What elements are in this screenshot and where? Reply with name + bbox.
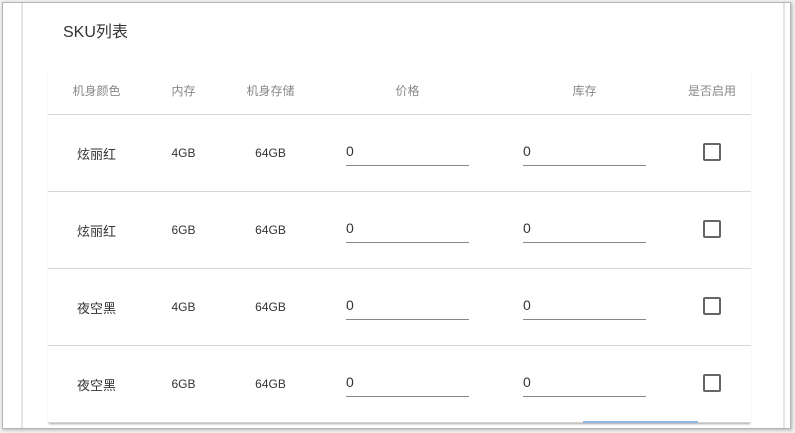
table-row: 夜空黑 6GB 64GB 0 0 [48, 345, 751, 423]
button-edge[interactable] [583, 421, 698, 423]
price-input[interactable]: 0 [346, 139, 469, 166]
header-memory: 内存 [145, 66, 222, 115]
cell-color: 炫丽红 [48, 191, 145, 269]
header-enabled: 是否启用 [673, 66, 751, 115]
table-row: 夜空黑 4GB 64GB 0 0 [48, 268, 751, 346]
cell-color: 夜空黑 [48, 268, 145, 346]
enabled-checkbox[interactable] [703, 219, 721, 238]
price-input[interactable]: 0 [346, 216, 469, 243]
cell-color: 夜空黑 [48, 345, 145, 423]
table-row: 炫丽红 4GB 64GB 0 0 [48, 114, 751, 192]
enabled-checkbox[interactable] [703, 373, 721, 392]
header-stock: 库存 [496, 66, 673, 115]
enabled-checkbox[interactable] [703, 296, 721, 315]
cell-memory: 6GB [145, 191, 222, 269]
header-price: 价格 [319, 66, 496, 115]
cell-memory: 6GB [145, 345, 222, 423]
stock-input[interactable]: 0 [523, 139, 646, 166]
enabled-checkbox[interactable] [703, 142, 721, 161]
cell-storage: 64GB [222, 345, 319, 423]
stock-input[interactable]: 0 [523, 293, 646, 320]
table-row: 炫丽红 6GB 64GB 0 0 [48, 191, 751, 269]
cell-storage: 64GB [222, 268, 319, 346]
cell-memory: 4GB [145, 268, 222, 346]
sku-card: SKU列表 机身颜色 内存 机身存储 价格 库存 是否启用 炫丽红 4GB 64… [21, 3, 785, 428]
sku-table: 机身颜色 内存 机身存储 价格 库存 是否启用 炫丽红 4GB 64GB 0 0… [48, 66, 751, 423]
section-title: SKU列表 [63, 24, 128, 41]
price-input[interactable]: 0 [346, 370, 469, 397]
cell-memory: 4GB [145, 114, 222, 192]
stock-input[interactable]: 0 [523, 370, 646, 397]
header-storage: 机身存储 [222, 66, 319, 115]
header-color: 机身颜色 [48, 66, 145, 115]
window-frame: SKU列表 机身颜色 内存 机身存储 价格 库存 是否启用 炫丽红 4GB 64… [2, 2, 791, 429]
price-input[interactable]: 0 [346, 293, 469, 320]
cell-color: 炫丽红 [48, 114, 145, 192]
stock-input[interactable]: 0 [523, 216, 646, 243]
cell-storage: 64GB [222, 191, 319, 269]
cell-storage: 64GB [222, 114, 319, 192]
